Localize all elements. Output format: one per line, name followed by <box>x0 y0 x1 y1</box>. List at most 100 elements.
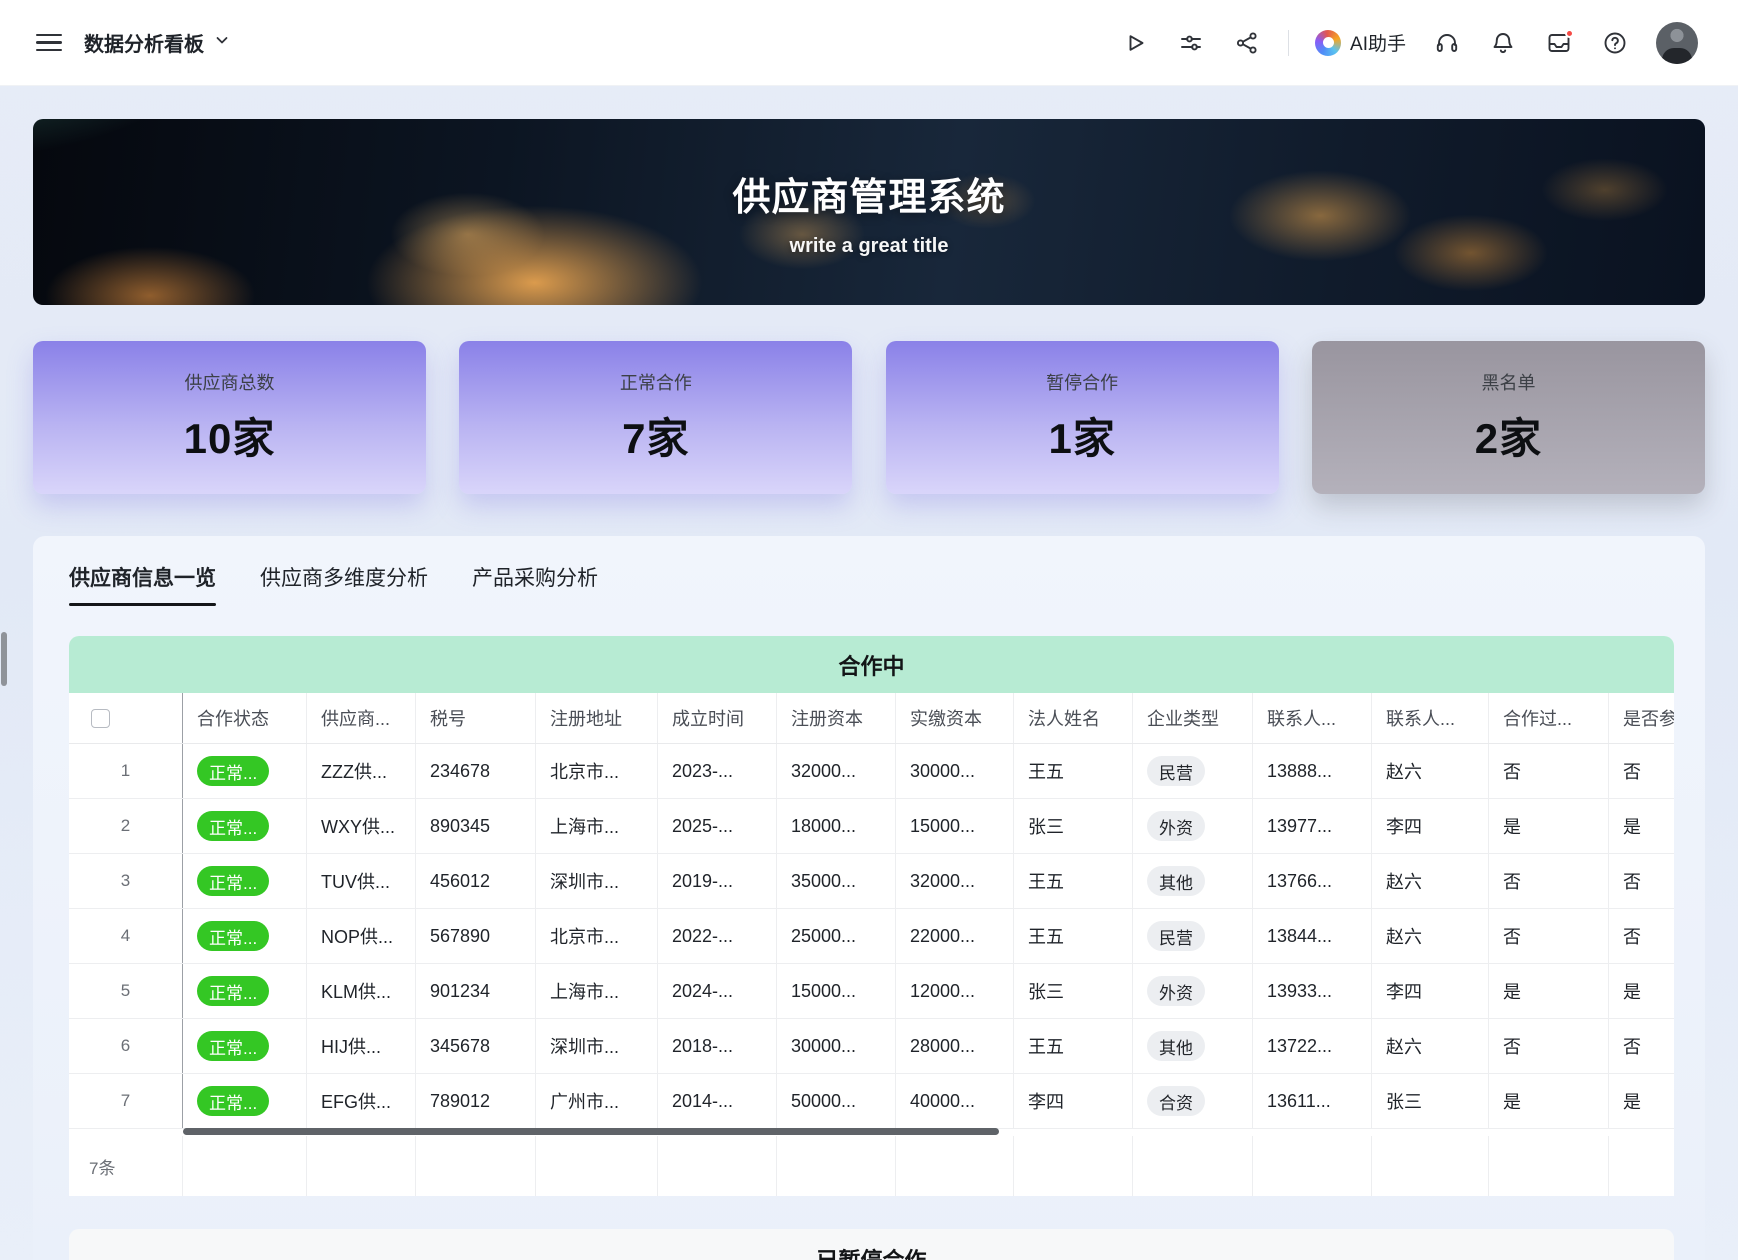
paid-capital-cell: 15000... <box>896 799 1014 853</box>
supplier-cell: EFG供... <box>307 1074 416 1128</box>
legal-person-cell: 王五 <box>1014 854 1133 908</box>
footer-cell <box>658 1136 777 1196</box>
select-all-checkbox[interactable] <box>91 709 110 728</box>
paid-capital-cell: 40000... <box>896 1074 1014 1128</box>
document-title-group[interactable]: 数据分析看板 <box>84 28 230 57</box>
topbar: 数据分析看板 AI助手 <box>0 0 1738 86</box>
registered-capital-cell: 50000... <box>777 1074 896 1128</box>
column-header[interactable]: 供应商... <box>307 693 416 743</box>
stat-value: 2家 <box>1475 405 1542 466</box>
address-cell: 深圳市... <box>536 854 658 908</box>
contact-phone-cell: 13933... <box>1253 964 1372 1018</box>
status-badge: 正常... <box>197 811 269 841</box>
ai-assistant-button[interactable]: AI助手 <box>1315 29 1406 56</box>
footer-cell <box>1133 1136 1253 1196</box>
column-header[interactable]: 法人姓名 <box>1014 693 1133 743</box>
tab-supplier-overview[interactable]: 供应商信息一览 <box>69 554 216 606</box>
stat-card-paused-cooperation[interactable]: 暂停合作 1家 <box>886 341 1279 494</box>
column-header[interactable]: 企业类型 <box>1133 693 1253 743</box>
company-type-cell: 民营 <box>1133 744 1253 798</box>
paid-capital-cell: 30000... <box>896 744 1014 798</box>
paused-group-title: 已暂停合作 <box>816 1243 926 1260</box>
stat-card-normal-cooperation[interactable]: 正常合作 7家 <box>459 341 852 494</box>
address-cell: 北京市... <box>536 909 658 963</box>
column-header[interactable]: 税号 <box>416 693 536 743</box>
tab-procurement-analysis[interactable]: 产品采购分析 <box>472 554 598 606</box>
row-index-cell: 3 <box>69 854 183 908</box>
column-header[interactable]: 是否参 <box>1609 693 1674 743</box>
column-header[interactable]: 联系人... <box>1372 693 1489 743</box>
footer-cell <box>1489 1136 1609 1196</box>
table-row[interactable]: 3 正常... TUV供... 456012 深圳市... 2019-... 3… <box>69 854 1674 909</box>
status-badge: 正常... <box>197 866 269 896</box>
notification-dot <box>1565 29 1574 38</box>
contact-phone-cell: 13844... <box>1253 909 1372 963</box>
horizontal-scrollbar[interactable] <box>183 1128 999 1135</box>
horizontal-scrollbar-track <box>69 1128 1674 1136</box>
content-section: 供应商信息一览 供应商多维度分析 产品采购分析 合作中 合作状态供应商...税号… <box>33 536 1705 1260</box>
registered-capital-cell: 18000... <box>777 799 896 853</box>
table-row[interactable]: 1 正常... ZZZ供... 234678 北京市... 2023-... 3… <box>69 744 1674 799</box>
stat-card-blacklist[interactable]: 黑名单 2家 <box>1312 341 1705 494</box>
supplier-cell: ZZZ供... <box>307 744 416 798</box>
founded-cell: 2022-... <box>658 909 777 963</box>
avatar[interactable] <box>1656 22 1698 64</box>
address-cell: 上海市... <box>536 799 658 853</box>
vertical-scrollbar[interactable] <box>1 632 7 686</box>
inbox-icon[interactable] <box>1544 28 1574 58</box>
paid-capital-cell: 22000... <box>896 909 1014 963</box>
chevron-down-icon[interactable] <box>214 32 230 53</box>
footer-cell <box>416 1136 536 1196</box>
contact-name-cell: 李四 <box>1372 799 1489 853</box>
row-index-cell: 6 <box>69 1019 183 1073</box>
stat-card-total-suppliers[interactable]: 供应商总数 10家 <box>33 341 426 494</box>
column-header[interactable]: 合作状态 <box>183 693 307 743</box>
column-header[interactable]: 注册地址 <box>536 693 658 743</box>
table-row[interactable]: 6 正常... HIJ供... 345678 深圳市... 2018-... 3… <box>69 1019 1674 1074</box>
address-cell: 北京市... <box>536 744 658 798</box>
stat-label: 暂停合作 <box>1046 369 1118 395</box>
play-icon[interactable] <box>1120 28 1150 58</box>
company-type-badge: 其他 <box>1147 866 1205 896</box>
bell-icon[interactable] <box>1488 28 1518 58</box>
table-row[interactable]: 4 正常... NOP供... 567890 北京市... 2022-... 2… <box>69 909 1674 964</box>
hero-text: 供应商管理系统 write a great title <box>33 119 1705 305</box>
column-header[interactable]: 成立时间 <box>658 693 777 743</box>
company-type-badge: 外资 <box>1147 811 1205 841</box>
column-header[interactable]: 联系人... <box>1253 693 1372 743</box>
stat-label: 供应商总数 <box>185 369 275 395</box>
paid-capital-cell: 12000... <box>896 964 1014 1018</box>
menu-icon[interactable] <box>36 34 62 51</box>
row-index: 2 <box>121 816 130 836</box>
company-type-badge: 民营 <box>1147 921 1205 951</box>
company-type-cell: 其他 <box>1133 854 1253 908</box>
contact-name-cell: 赵六 <box>1372 744 1489 798</box>
registered-capital-cell: 30000... <box>777 1019 896 1073</box>
footer-cell <box>307 1136 416 1196</box>
registered-capital-cell: 25000... <box>777 909 896 963</box>
settings-sliders-icon[interactable] <box>1176 28 1206 58</box>
group-title: 合作中 <box>838 649 904 681</box>
address-cell: 广州市... <box>536 1074 658 1128</box>
table-row[interactable]: 2 正常... WXY供... 890345 上海市... 2025-... 1… <box>69 799 1674 854</box>
help-icon[interactable] <box>1600 28 1630 58</box>
tab-supplier-analysis[interactable]: 供应商多维度分析 <box>260 554 428 606</box>
table-footer-row: 7条 <box>69 1136 1674 1196</box>
ai-assistant-icon <box>1315 30 1341 56</box>
column-header[interactable]: 实缴资本 <box>896 693 1014 743</box>
contact-phone-cell: 13766... <box>1253 854 1372 908</box>
table-row[interactable]: 7 正常... EFG供... 789012 广州市... 2014-... 5… <box>69 1074 1674 1129</box>
column-header[interactable]: 合作过... <box>1489 693 1609 743</box>
registered-capital-cell: 32000... <box>777 744 896 798</box>
cooperation-history-cell: 否 <box>1489 909 1609 963</box>
company-type-cell: 外资 <box>1133 799 1253 853</box>
headset-icon[interactable] <box>1432 28 1462 58</box>
table-body: 1 正常... ZZZ供... 234678 北京市... 2023-... 3… <box>69 744 1674 1129</box>
table-header-row: 合作状态供应商...税号注册地址成立时间注册资本实缴资本法人姓名企业类型联系人.… <box>69 693 1674 744</box>
tax-cell: 234678 <box>416 744 536 798</box>
table-row[interactable]: 5 正常... KLM供... 901234 上海市... 2024-... 1… <box>69 964 1674 1019</box>
column-header[interactable]: 注册资本 <box>777 693 896 743</box>
record-count: 7条 <box>69 1136 183 1196</box>
footer-cell <box>536 1136 658 1196</box>
share-icon[interactable] <box>1232 28 1262 58</box>
